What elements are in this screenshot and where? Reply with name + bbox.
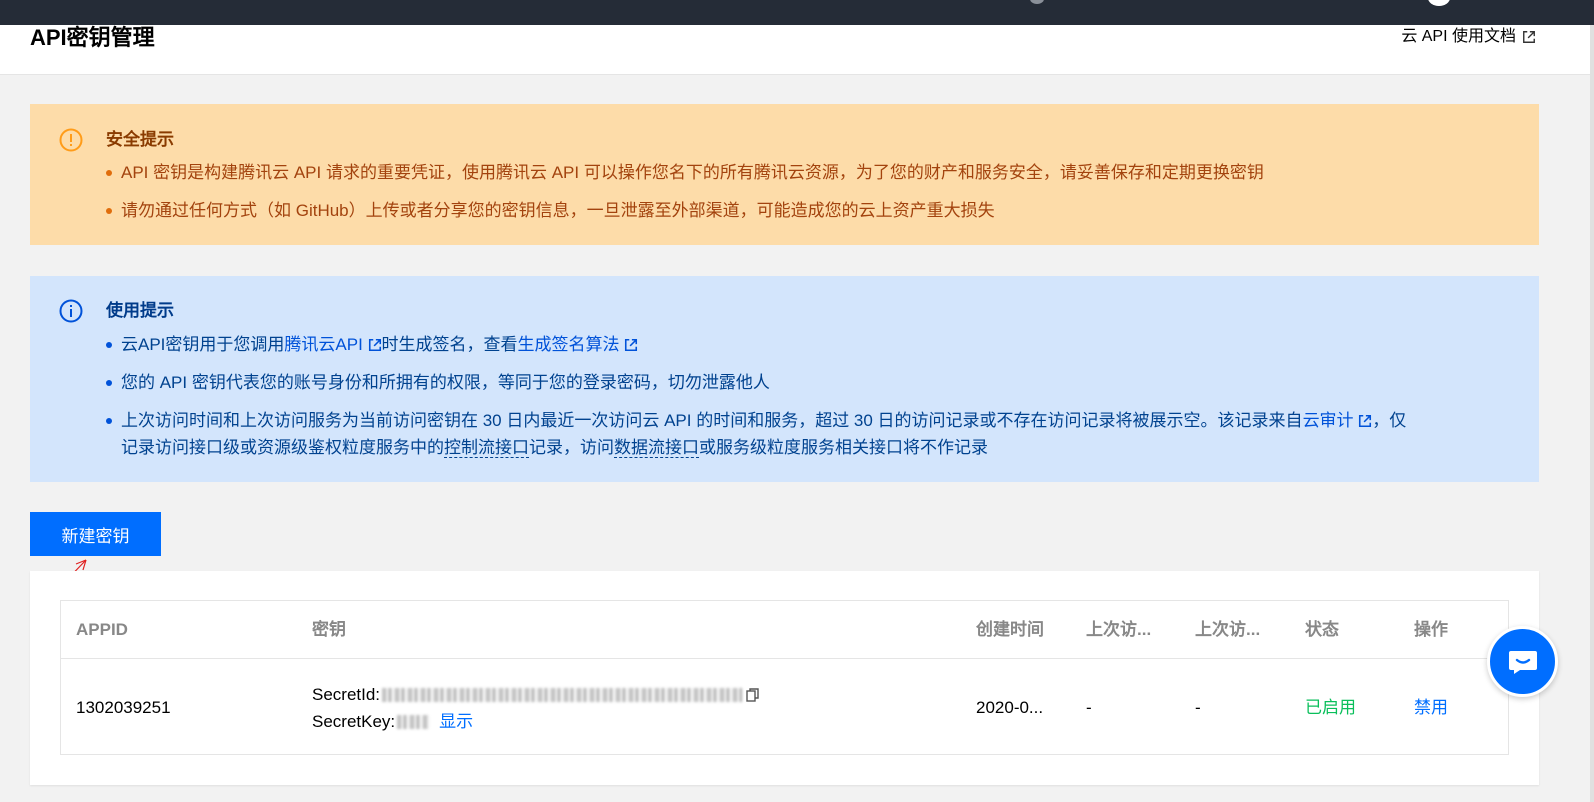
data-flow-term[interactable]: 数据流接口 xyxy=(614,438,699,458)
usage-notice-list: 云API密钥用于您调用腾讯云API 时生成签名，查看生成签名算法 您的 API … xyxy=(104,331,1514,472)
col-operation: 操作 xyxy=(1414,620,1448,639)
control-flow-term[interactable]: 控制流接口 xyxy=(444,438,529,458)
api-doc-link-label: 云 API 使用文档 xyxy=(1401,28,1516,45)
usage-notice-title: 使用提示 xyxy=(106,301,174,320)
usage-notice: 使用提示 云API密钥用于您调用腾讯云API 时生成签名，查看生成签名算法 您的… xyxy=(30,276,1539,482)
security-notice-title: 安全提示 xyxy=(106,130,174,149)
secret-key-masked xyxy=(397,714,430,729)
external-link-icon xyxy=(625,338,638,352)
external-link-icon xyxy=(1359,414,1372,428)
list-item: 您的 API 密钥代表您的账号身份和所拥有的权限，等同于您的登录密码，切勿泄露他… xyxy=(104,369,1514,396)
chat-support-button[interactable] xyxy=(1487,626,1558,697)
page-title: API密钥管理 xyxy=(30,25,155,50)
secret-id-line: SecretId: xyxy=(312,681,782,708)
usage-text: 上次访问时间和上次访问服务为当前访问密钥在 30 日内最近一次访问云 API 的… xyxy=(121,411,1303,430)
key-list-card: APPID 密钥 创建时间 上次访... 上次访... 状态 操作 130203… xyxy=(30,571,1539,785)
external-link-icon xyxy=(1523,31,1535,43)
copy-icon[interactable] xyxy=(746,687,760,702)
show-secret-key-link[interactable]: 显示 xyxy=(439,708,473,735)
warning-icon xyxy=(59,128,83,152)
usage-text: ，仅 xyxy=(1372,411,1407,430)
external-link-icon xyxy=(368,338,381,352)
scrollbar[interactable] xyxy=(1590,25,1594,802)
secret-cell: SecretId: SecretKey: 显示 xyxy=(312,681,782,735)
tencent-cloud-api-link[interactable]: 腾讯云API xyxy=(284,335,362,354)
col-last-access-time: 上次访... xyxy=(1086,620,1152,639)
key-table: APPID 密钥 创建时间 上次访... 上次访... 状态 操作 130203… xyxy=(60,600,1509,755)
status-badge: 已启用 xyxy=(1305,698,1356,717)
secret-key-line: SecretKey: 显示 xyxy=(312,708,782,735)
col-status: 状态 xyxy=(1305,620,1339,639)
col-key: 密钥 xyxy=(312,620,346,639)
security-notice: 安全提示 API 密钥是构建腾讯云 API 请求的重要凭证，使用腾讯云 API … xyxy=(30,104,1539,245)
last-access-time-cell: - xyxy=(1086,698,1092,717)
info-icon xyxy=(59,299,83,323)
api-doc-link[interactable]: 云 API 使用文档 xyxy=(1401,25,1536,49)
new-key-button[interactable]: 新建密钥 xyxy=(30,512,161,556)
topbar-avatar[interactable] xyxy=(1428,0,1450,6)
topbar-icon[interactable] xyxy=(1030,0,1044,4)
page-header: API密钥管理 云 API 使用文档 xyxy=(0,25,1594,75)
secret-key-label: SecretKey: xyxy=(312,712,396,731)
table-header: APPID 密钥 创建时间 上次访... 上次访... 状态 操作 xyxy=(61,601,1508,659)
cloud-audit-link[interactable]: 云审计 xyxy=(1303,411,1354,430)
secret-id-label: SecretId: xyxy=(312,685,381,704)
usage-text: 或服务级粒度服务相关接口将不作记录 xyxy=(699,438,988,457)
last-access-service-cell: - xyxy=(1195,698,1201,717)
appid-cell: 1302039251 xyxy=(76,698,171,717)
list-item: API 密钥是构建腾讯云 API 请求的重要凭证，使用腾讯云 API 可以操作您… xyxy=(104,159,1514,186)
col-last-access-service: 上次访... xyxy=(1195,620,1261,639)
console-topbar xyxy=(0,0,1594,25)
usage-text: 记录，访问 xyxy=(529,438,614,457)
col-appid: APPID xyxy=(76,620,128,639)
list-item: 云API密钥用于您调用腾讯云API 时生成签名，查看生成签名算法 xyxy=(104,331,1514,358)
chat-icon xyxy=(1508,650,1537,674)
usage-text: 记录访问接口级或资源级鉴权粒度服务中的 xyxy=(121,438,444,457)
disable-key-link[interactable]: 禁用 xyxy=(1414,696,1448,720)
signature-algorithm-link[interactable]: 生成签名算法 xyxy=(518,335,620,354)
list-item: 请勿通过任何方式（如 GitHub）上传或者分享您的密钥信息，一旦泄露至外部渠道… xyxy=(104,197,1514,224)
list-item: 上次访问时间和上次访问服务为当前访问密钥在 30 日内最近一次访问云 API 的… xyxy=(104,407,1514,461)
col-created: 创建时间 xyxy=(976,620,1044,639)
usage-text: 时生成签名，查看 xyxy=(381,335,518,354)
created-time-cell: 2020-0... xyxy=(976,698,1044,717)
security-notice-list: API 密钥是构建腾讯云 API 请求的重要凭证，使用腾讯云 API 可以操作您… xyxy=(104,159,1514,235)
usage-text: 云API密钥用于您调用 xyxy=(121,335,285,354)
secret-id-masked xyxy=(382,687,743,702)
